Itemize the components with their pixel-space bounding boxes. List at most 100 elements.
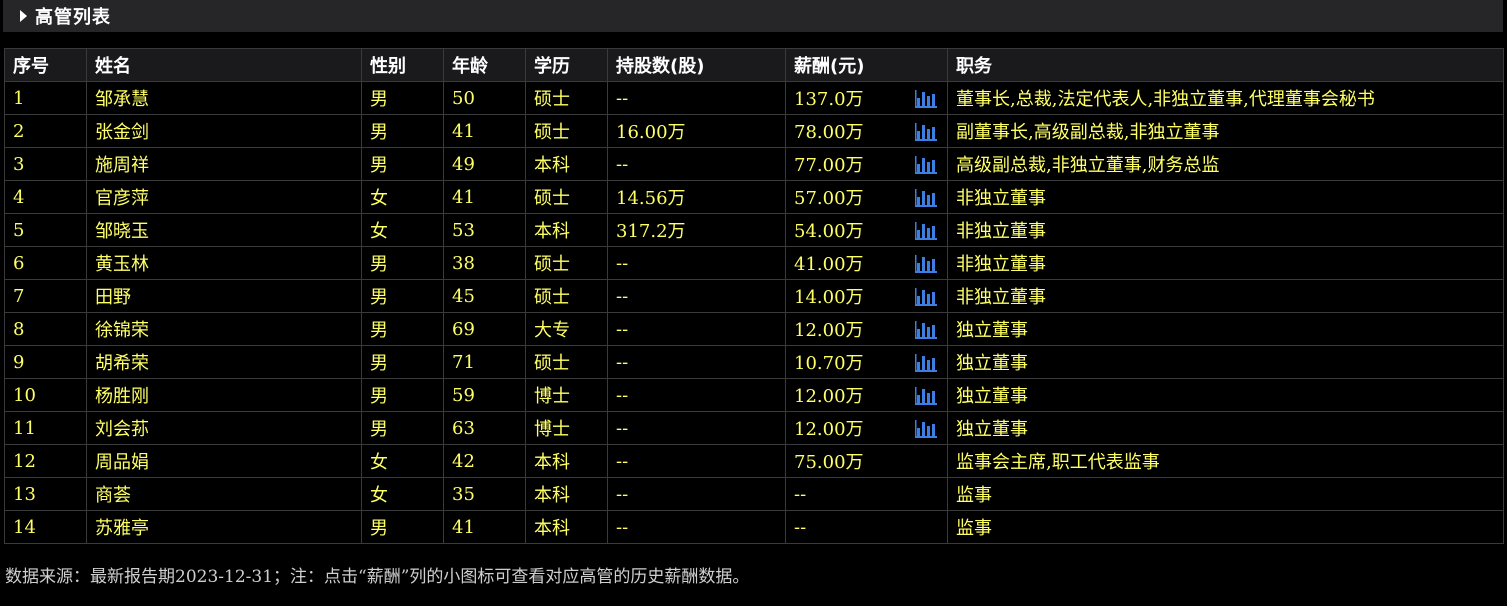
cell-shares: -- (607, 444, 786, 478)
bar-chart-icon[interactable] (915, 189, 937, 207)
cell-gender: 男 (361, 510, 444, 544)
cell-age: 49 (443, 147, 526, 181)
cell-name: 胡希荣 (86, 345, 362, 379)
cell-age: 41 (443, 180, 526, 214)
cell-name: 刘会荪 (86, 411, 362, 445)
cell-shares: -- (607, 345, 786, 379)
cell-age: 50 (443, 81, 526, 115)
cell-position: 非独立董事 (947, 213, 1504, 247)
cell-shares: 317.2万 (607, 213, 786, 247)
bar-chart-icon[interactable] (915, 90, 937, 108)
cell-index: 1 (4, 81, 87, 115)
table-row: 12 周品娟女 42 本科 -- 75.00万 监事会主席,职工代表监事 (4, 444, 1504, 478)
cell-age: 42 (443, 444, 526, 478)
table-header-row: 序号 姓名 性别 年龄 学历 持股数(股) 薪酬(元) 职务 (4, 48, 1504, 82)
cell-position: 非独立董事 (947, 279, 1504, 313)
cell-index: 3 (4, 147, 87, 181)
cell-name: 徐锦荣 (86, 312, 362, 346)
table-row: 6 黄玉林男 38 硕士 -- 41.00万 非独立董事 (4, 246, 1504, 280)
cell-gender: 女 (361, 444, 444, 478)
cell-age: 35 (443, 477, 526, 511)
bar-chart-icon[interactable] (915, 255, 937, 273)
section-header[interactable]: 高管列表 (3, 0, 1503, 32)
header-salary: 薪酬(元) (785, 48, 948, 82)
cell-education: 大专 (525, 312, 608, 346)
cell-salary: 77.00万 (785, 147, 948, 181)
cell-education: 本科 (525, 510, 608, 544)
cell-salary: 10.70万 (785, 345, 948, 379)
cell-shares: -- (607, 312, 786, 346)
cell-shares: -- (607, 510, 786, 544)
cell-gender: 男 (361, 147, 444, 181)
table-row: 7 田野男 45 硕士 -- 14.00万 非独立董事 (4, 279, 1504, 313)
cell-salary: 41.00万 (785, 246, 948, 280)
cell-education: 本科 (525, 477, 608, 511)
cell-salary: 75.00万 (785, 444, 948, 478)
cell-shares: -- (607, 81, 786, 115)
cell-salary: 54.00万 (785, 213, 948, 247)
bar-chart-icon[interactable] (915, 123, 937, 141)
cell-shares: -- (607, 147, 786, 181)
cell-gender: 男 (361, 345, 444, 379)
header-age: 年龄 (443, 48, 526, 82)
bar-chart-icon[interactable] (915, 222, 937, 240)
cell-position: 监事 (947, 477, 1504, 511)
salary-value: 14.00万 (794, 287, 864, 308)
salary-value: 41.00万 (794, 254, 864, 275)
cell-gender: 男 (361, 246, 444, 280)
cell-position: 非独立董事 (947, 180, 1504, 214)
cell-age: 41 (443, 114, 526, 148)
cell-education: 硕士 (525, 114, 608, 148)
cell-age: 69 (443, 312, 526, 346)
executive-table: 序号 姓名 性别 年龄 学历 持股数(股) 薪酬(元) 职务 1 邹承慧男 50 硕士… (4, 48, 1504, 544)
cell-salary: 12.00万 (785, 378, 948, 412)
cell-index: 13 (4, 477, 87, 511)
table-row: 8 徐锦荣男 69 大专 -- 12.00万 独立董事 (4, 312, 1504, 346)
bar-chart-icon[interactable] (915, 420, 937, 438)
cell-shares: -- (607, 477, 786, 511)
cell-index: 4 (4, 180, 87, 214)
cell-position: 监事会主席,职工代表监事 (947, 444, 1504, 478)
table-row: 1 邹承慧男 50 硕士 -- 137.0万 董事长,总裁,法定代表人,非独立董事,代理董事… (4, 81, 1504, 115)
cell-shares: 16.00万 (607, 114, 786, 148)
cell-education: 硕士 (525, 180, 608, 214)
bar-chart-icon[interactable] (915, 387, 937, 405)
table-row: 11 刘会荪男 63 博士 -- 12.00万 独立董事 (4, 411, 1504, 445)
cell-age: 38 (443, 246, 526, 280)
bar-chart-icon[interactable] (915, 321, 937, 339)
cell-index: 9 (4, 345, 87, 379)
cell-index: 12 (4, 444, 87, 478)
table-row: 10 杨胜刚男 59 博士 -- 12.00万 独立董事 (4, 378, 1504, 412)
cell-index: 6 (4, 246, 87, 280)
cell-name: 张金剑 (86, 114, 362, 148)
cell-position: 独立董事 (947, 411, 1504, 445)
cell-name: 杨胜刚 (86, 378, 362, 412)
cell-salary: 137.0万 (785, 81, 948, 115)
bar-chart-icon[interactable] (915, 354, 937, 372)
table-row: 13 商荟女 35 本科 -- -- 监事 (4, 477, 1504, 511)
cell-salary: -- (785, 477, 948, 511)
bar-chart-icon[interactable] (915, 156, 937, 174)
cell-salary: 14.00万 (785, 279, 948, 313)
cell-name: 施周祥 (86, 147, 362, 181)
table-row: 9 胡希荣男 71 硕士 -- 10.70万 独立董事 (4, 345, 1504, 379)
triangle-right-icon[interactable] (20, 10, 27, 22)
cell-age: 45 (443, 279, 526, 313)
salary-value: 75.00万 (794, 452, 864, 473)
cell-index: 2 (4, 114, 87, 148)
cell-education: 硕士 (525, 279, 608, 313)
cell-education: 硕士 (525, 81, 608, 115)
bar-chart-icon[interactable] (915, 288, 937, 306)
cell-shares: -- (607, 279, 786, 313)
cell-education: 博士 (525, 411, 608, 445)
cell-education: 本科 (525, 444, 608, 478)
cell-salary: 78.00万 (785, 114, 948, 148)
salary-value: 12.00万 (794, 419, 864, 440)
cell-gender: 女 (361, 477, 444, 511)
salary-value: -- (794, 516, 807, 538)
cell-index: 7 (4, 279, 87, 313)
salary-value: 54.00万 (794, 221, 864, 242)
table-body: 1 邹承慧男 50 硕士 -- 137.0万 董事长,总裁,法定代表人,非独立董事,代理董事… (4, 81, 1504, 544)
cell-index: 14 (4, 510, 87, 544)
cell-shares: -- (607, 411, 786, 445)
